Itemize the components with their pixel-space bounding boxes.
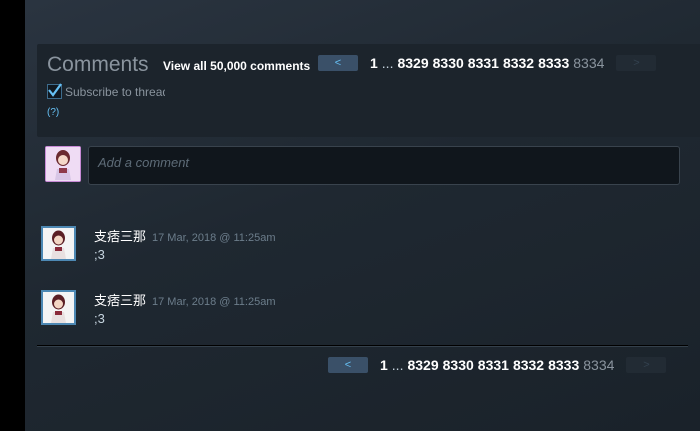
comment-text: ;3 bbox=[94, 311, 105, 326]
comment-timestamp: 17 Mar, 2018 @ 11:25am bbox=[152, 296, 276, 308]
page-link[interactable]: 8330 bbox=[433, 55, 464, 71]
current-page: 8334 bbox=[573, 55, 605, 71]
page-link[interactable]: 8333 bbox=[538, 55, 569, 71]
page-link[interactable]: 8333 bbox=[548, 357, 579, 373]
subscribe-label[interactable]: Subscribe to thread bbox=[65, 85, 165, 99]
page-ellipsis: ... bbox=[381, 55, 394, 71]
comment-author[interactable]: 支痞三那 17 Mar, 2018 @ 11:25am bbox=[94, 290, 276, 309]
subscribe-help-link[interactable]: (?) bbox=[47, 107, 59, 118]
chevron-left-icon: < bbox=[344, 359, 352, 371]
commenter-avatar[interactable] bbox=[41, 226, 76, 261]
page-link[interactable]: 8329 bbox=[407, 357, 438, 373]
subscribe-row: Subscribe to thread bbox=[47, 83, 165, 99]
pagination-bottom: < 1 ... 8329 8330 8331 8332 8333 8334 > bbox=[328, 357, 667, 373]
page-link-first[interactable]: 1 bbox=[380, 357, 388, 373]
chevron-right-icon: > bbox=[633, 57, 640, 69]
author-name[interactable]: 支痞三那 bbox=[94, 293, 146, 308]
comments-area: Comments View all 50,000 comments < 1 ..… bbox=[25, 0, 700, 431]
page-link[interactable]: 8332 bbox=[513, 357, 544, 373]
commenter-avatar[interactable] bbox=[41, 290, 76, 325]
next-page-button[interactable]: > bbox=[626, 357, 667, 373]
current-page: 8334 bbox=[583, 357, 615, 373]
left-margin-strip bbox=[0, 0, 25, 431]
page-link-first[interactable]: 1 bbox=[370, 55, 378, 71]
comments-title: Comments bbox=[47, 53, 149, 76]
comment-input[interactable]: Add a comment bbox=[88, 146, 680, 185]
page-ellipsis: ... bbox=[391, 357, 404, 373]
pagination-top: < 1 ... 8329 8330 8331 8332 8333 8334 > bbox=[318, 55, 657, 71]
current-user-avatar[interactable] bbox=[45, 146, 81, 182]
chevron-left-icon: < bbox=[334, 57, 342, 69]
comments-header-panel: Comments View all 50,000 comments < 1 ..… bbox=[37, 44, 700, 137]
page-link[interactable]: 8330 bbox=[443, 357, 474, 373]
page-link[interactable]: 8332 bbox=[503, 55, 534, 71]
next-page-button[interactable]: > bbox=[616, 55, 657, 71]
page-link[interactable]: 8331 bbox=[478, 357, 509, 373]
page-link[interactable]: 8329 bbox=[397, 55, 428, 71]
comment-timestamp: 17 Mar, 2018 @ 11:25am bbox=[152, 232, 276, 244]
comment-author[interactable]: 支痞三那 17 Mar, 2018 @ 11:25am bbox=[94, 226, 276, 245]
view-all-comments-link[interactable]: View all 50,000 comments bbox=[163, 59, 310, 73]
avatar-image bbox=[43, 292, 74, 323]
subscribe-checkbox[interactable] bbox=[47, 83, 62, 99]
avatar-image bbox=[46, 147, 80, 181]
comment-text: ;3 bbox=[94, 247, 105, 262]
avatar-image bbox=[43, 228, 74, 259]
checkmark-icon bbox=[48, 83, 62, 97]
author-name[interactable]: 支痞三那 bbox=[94, 229, 146, 244]
prev-page-button[interactable]: < bbox=[318, 55, 358, 71]
chevron-right-icon: > bbox=[643, 359, 650, 371]
prev-page-button[interactable]: < bbox=[328, 357, 368, 373]
comments-divider bbox=[37, 345, 688, 347]
page-link[interactable]: 8331 bbox=[468, 55, 499, 71]
